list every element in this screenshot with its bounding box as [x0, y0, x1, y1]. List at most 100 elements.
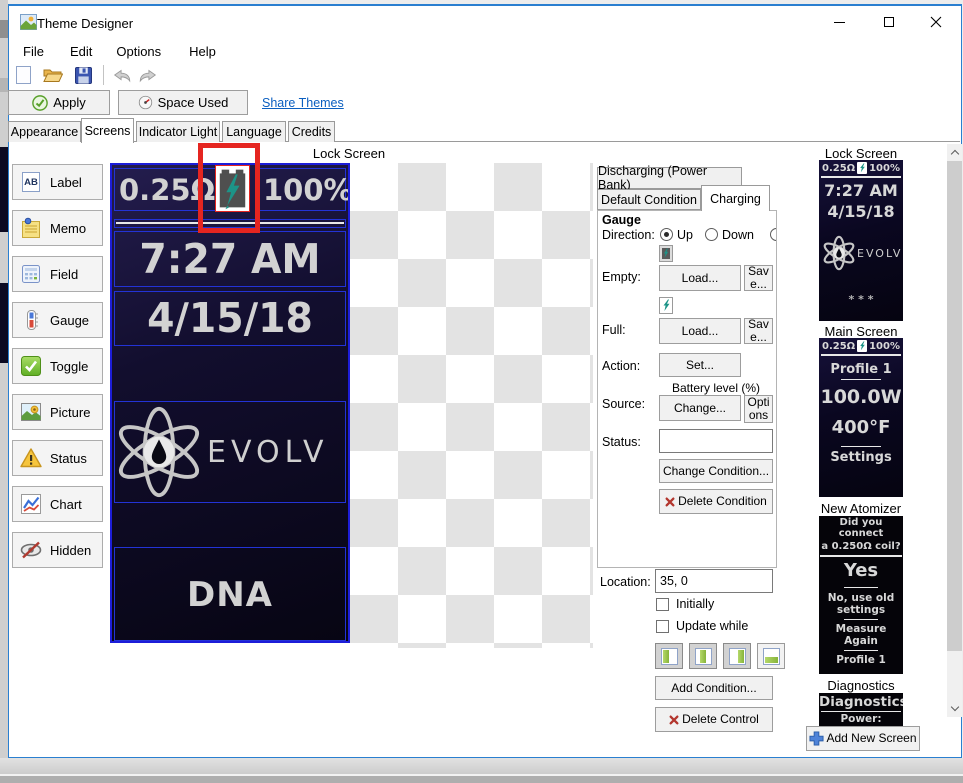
- screens-scrollbar[interactable]: [947, 144, 962, 717]
- status-input[interactable]: [659, 429, 773, 453]
- new-file-button[interactable]: [11, 64, 35, 86]
- battery-percent-control[interactable]: 100%: [256, 168, 346, 211]
- toolbox-gauge-text: Gauge: [50, 313, 89, 328]
- condition-tab-charging[interactable]: Charging: [701, 185, 770, 211]
- initially-checkbox[interactable]: [656, 598, 669, 611]
- delete-condition-button[interactable]: Delete Condition: [659, 489, 773, 514]
- toolbox-field-button[interactable]: Field: [12, 256, 103, 292]
- date-control[interactable]: 4/15/18: [114, 291, 346, 346]
- scrollbar-down-button[interactable]: [947, 701, 962, 717]
- minimize-button[interactable]: [817, 6, 862, 38]
- thumb-underline: [841, 379, 881, 380]
- thumb-question-1: Did you connect: [819, 517, 903, 539]
- tab-credits[interactable]: Credits: [288, 121, 335, 142]
- thumb-status-bar: 0.25Ω 100%: [819, 160, 903, 175]
- main-screen-thumbnail[interactable]: 0.25Ω 100% Profile 1 100.0W 400°F Settin…: [819, 338, 903, 497]
- tab-appearance[interactable]: Appearance: [8, 121, 81, 142]
- empty-save-button[interactable]: Save...: [744, 265, 773, 291]
- update-while-checkbox[interactable]: [656, 620, 669, 633]
- toolbox-memo-button[interactable]: Memo: [12, 210, 103, 246]
- toolbox-picture-button[interactable]: Picture: [12, 394, 103, 430]
- full-save-button[interactable]: Save...: [744, 318, 773, 344]
- align-bottom-button[interactable]: [757, 643, 785, 669]
- open-file-button[interactable]: [41, 64, 65, 86]
- align-left-icon: [661, 648, 678, 665]
- chart-icon: [19, 492, 43, 516]
- align-left-button[interactable]: [655, 643, 683, 669]
- toolbox-gauge-button[interactable]: Gauge: [12, 302, 103, 338]
- scrollbar-thumb[interactable]: [947, 161, 962, 651]
- background-strip-segment: [0, 20, 8, 38]
- diagnostics-thumbnail[interactable]: Diagnostics Power: 100.0W: [819, 693, 903, 726]
- redo-button[interactable]: [136, 64, 160, 86]
- delete-control-button[interactable]: Delete Control: [655, 707, 773, 732]
- thumb-measure: Measure Again: [819, 623, 903, 647]
- direction-up-radio[interactable]: [660, 228, 673, 241]
- source-options-button[interactable]: Options: [744, 395, 773, 423]
- lock-screen-preview[interactable]: 0.25Ω 100% 7:27 AM 4/15/18: [110, 163, 350, 643]
- thumb-diagnostics-title: Diagnostics: [819, 694, 903, 710]
- canvas-work-area[interactable]: [350, 163, 593, 648]
- menu-file[interactable]: File: [13, 42, 54, 61]
- toggle-icon: [19, 354, 43, 378]
- save-button[interactable]: [71, 64, 95, 86]
- chevron-down-icon: [950, 703, 958, 711]
- radio-selected-dot: [664, 232, 669, 237]
- toolbox-label-button[interactable]: AB Label: [12, 164, 103, 200]
- menu-edit[interactable]: Edit: [60, 42, 102, 61]
- toolbox-toggle-button[interactable]: Toggle: [12, 348, 103, 384]
- scrollbar-up-button[interactable]: [947, 144, 962, 160]
- tab-indicator-light[interactable]: Indicator Light: [136, 121, 220, 142]
- evolv-logo-control[interactable]: EVOLV: [114, 401, 346, 503]
- gauge-dial-icon: [138, 95, 153, 110]
- lock-screen-label: Lock Screen: [819, 146, 903, 161]
- dna-control[interactable]: DNA: [114, 547, 346, 641]
- change-condition-label: Change Condition...: [663, 465, 769, 478]
- align-right-button[interactable]: [723, 643, 751, 669]
- lock-screen-thumbnail[interactable]: 0.25Ω 100% 7:27 AM 4/15/18 EVOLV * * *: [819, 160, 903, 321]
- tab-screens[interactable]: Screens: [81, 118, 134, 143]
- undo-button[interactable]: [110, 64, 134, 86]
- apply-button[interactable]: Apply: [8, 90, 110, 115]
- tab-language[interactable]: Language: [222, 121, 286, 142]
- tab-screens-label: Screens: [85, 124, 131, 138]
- add-condition-button[interactable]: Add Condition...: [655, 676, 773, 700]
- screen: Theme Designer File Edit Options Help: [0, 0, 963, 783]
- toolbox-toggle-text: Toggle: [50, 359, 88, 374]
- add-new-screen-button[interactable]: Add New Screen: [806, 726, 920, 751]
- align-center-icon: [695, 648, 712, 665]
- share-themes-link[interactable]: Share Themes: [262, 96, 344, 110]
- toolbox-hidden-button[interactable]: Hidden: [12, 532, 103, 568]
- menu-bar: File Edit Options Help: [9, 40, 960, 62]
- menu-help[interactable]: Help: [179, 42, 226, 61]
- close-icon: [930, 16, 942, 28]
- location-input[interactable]: [655, 569, 773, 593]
- direction-third-radio[interactable]: [770, 228, 777, 241]
- space-used-button[interactable]: Space Used: [118, 90, 248, 115]
- empty-load-button[interactable]: Load...: [659, 265, 741, 291]
- save-label: Save...: [746, 265, 771, 290]
- tab-indicator-label: Indicator Light: [139, 125, 218, 139]
- toolbox-chart-button[interactable]: Chart: [12, 486, 103, 522]
- lightning-bolt-icon: [662, 299, 671, 312]
- direction-down-radio[interactable]: [705, 228, 718, 241]
- change-condition-button[interactable]: Change Condition...: [659, 459, 773, 483]
- thumb-watts: 100.0W: [819, 386, 903, 408]
- set-label: Set...: [686, 359, 714, 372]
- thumb-power: Power: 100.0W: [819, 713, 903, 726]
- desktop-taskbar-edge: [0, 776, 963, 783]
- condition-tab-default[interactable]: Default Condition: [597, 189, 701, 210]
- default-condition-label: Default Condition: [601, 193, 697, 207]
- action-set-button[interactable]: Set...: [659, 353, 741, 377]
- maximize-button[interactable]: [866, 6, 911, 38]
- new-atomizer-thumbnail[interactable]: Did you connect a 0.250Ω coil? Yes No, u…: [819, 516, 903, 674]
- source-change-button[interactable]: Change...: [659, 395, 741, 421]
- toolbox-status-button[interactable]: Status: [12, 440, 103, 476]
- full-load-button[interactable]: Load...: [659, 318, 741, 344]
- close-button[interactable]: [913, 6, 958, 38]
- menu-options[interactable]: Options: [106, 42, 171, 61]
- gauge-properties-panel: Gauge Direction: Up Down Empty: Load... …: [597, 210, 777, 568]
- time-control[interactable]: 7:27 AM: [114, 231, 346, 287]
- thumb-status-bar: 0.25Ω 100%: [819, 338, 903, 353]
- align-center-button[interactable]: [689, 643, 717, 669]
